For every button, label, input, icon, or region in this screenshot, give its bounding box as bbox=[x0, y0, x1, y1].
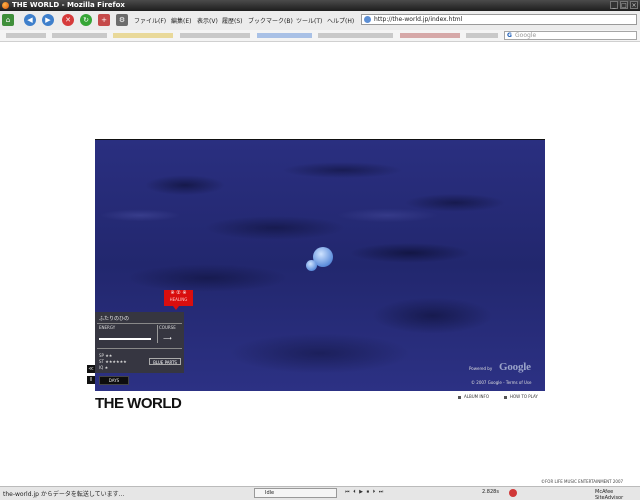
firefox-icon bbox=[2, 2, 9, 9]
menu-file[interactable]: ファイル(F) bbox=[134, 16, 166, 25]
earth-viewer[interactable]: ※ ② ※ HEALING ふたりのひの ENERGY COURSE ⟶ SP … bbox=[95, 139, 545, 391]
album-info-link[interactable]: ALBUM INFO bbox=[458, 394, 489, 399]
address-url: http://the-world.jp/index.html bbox=[374, 16, 463, 23]
bookmark-item[interactable] bbox=[180, 33, 250, 38]
how-to-play-label: HOW TO PLAY bbox=[510, 394, 538, 399]
forward-button[interactable]: ▶ bbox=[42, 14, 54, 26]
character-panel: ふたりのひの ENERGY COURSE ⟶ SP ★★ ST ★★★★★★ I… bbox=[95, 312, 184, 373]
status-text: the-world.jp からデータを転送しています... bbox=[3, 491, 125, 498]
bookmark-add-icon[interactable]: + bbox=[98, 14, 110, 26]
stop-button[interactable]: ✕ bbox=[62, 14, 74, 26]
energy-label: ENERGY bbox=[99, 325, 116, 330]
address-bar[interactable]: http://the-world.jp/index.html bbox=[361, 14, 637, 25]
window-titlebar: THE WORLD - Mozilla Firefox _ □ × bbox=[0, 0, 640, 11]
close-button[interactable]: × bbox=[630, 1, 638, 9]
terms-link[interactable]: © 2007 Google - Terms of Use bbox=[471, 380, 531, 385]
bookmark-item[interactable] bbox=[113, 33, 173, 38]
site-globe-icon bbox=[364, 16, 371, 23]
course-arrow-icon: ⟶ bbox=[163, 335, 172, 342]
reload-button[interactable]: ↻ bbox=[80, 14, 92, 26]
powered-by-label: Powered by bbox=[469, 366, 493, 371]
status-tag-icons: ※ ② ※ bbox=[170, 290, 187, 296]
divider bbox=[97, 348, 182, 349]
bookmark-item[interactable] bbox=[257, 33, 312, 38]
menu-history[interactable]: 履歴(S) bbox=[222, 16, 243, 25]
taskbar-tab[interactable]: Idle bbox=[254, 488, 337, 498]
status-bar: the-world.jp からデータを転送しています... Idle ⏮ ⏴ ▶… bbox=[0, 486, 640, 501]
menu-view[interactable]: 表示(V) bbox=[197, 16, 218, 25]
siteadvisor-label[interactable]: McAfee SiteAdvisor bbox=[595, 489, 640, 501]
bubble-character-small[interactable] bbox=[306, 260, 317, 271]
stat-iq: IQ ★ bbox=[99, 365, 109, 370]
navigation-toolbar: ⌂ ◀ ▶ ✕ ↻ + ⚙ ファイル(F) 編集(E) 表示(V) 履歴(S) … bbox=[0, 11, 640, 31]
back-button[interactable]: ◀ bbox=[24, 14, 36, 26]
footer-copyright: ©FOR LIFE MUSIC ENTERTAINMENT 2007 bbox=[541, 479, 624, 484]
album-info-label: ALBUM INFO bbox=[464, 394, 489, 399]
panel-title: ふたりのひの bbox=[99, 316, 130, 322]
stat-sp: SP ★★ bbox=[99, 353, 113, 358]
menu-tools[interactable]: ツール(T) bbox=[296, 16, 322, 25]
window-title: THE WORLD - Mozilla Firefox bbox=[12, 1, 125, 9]
maximize-button[interactable]: □ bbox=[620, 1, 628, 9]
energy-bar bbox=[99, 338, 151, 340]
bookmark-item[interactable] bbox=[466, 33, 498, 38]
search-placeholder: Google bbox=[515, 32, 537, 39]
status-tag-label: HEALING bbox=[169, 297, 188, 302]
menu-help[interactable]: ヘルプ(H) bbox=[327, 16, 354, 25]
course-label: COURSE bbox=[159, 325, 176, 330]
load-time: 2.828s bbox=[482, 489, 499, 495]
google-logo: Google bbox=[499, 361, 531, 373]
days-button[interactable]: DAYS bbox=[99, 376, 129, 385]
bullet-icon bbox=[458, 395, 461, 399]
media-controls[interactable]: ⏮ ⏴ ▶ ⏹ ⏵ ⏭ bbox=[345, 489, 384, 495]
menu-bookmarks[interactable]: ブックマーク(B) bbox=[248, 16, 293, 25]
addon-icon[interactable] bbox=[509, 489, 517, 497]
bookmark-item[interactable] bbox=[400, 33, 460, 38]
stat-st: ST ★★★★★★ bbox=[99, 359, 127, 364]
bookmark-item[interactable] bbox=[318, 33, 393, 38]
status-tag-pointer bbox=[173, 306, 179, 310]
menu-edit[interactable]: 編集(E) bbox=[171, 16, 191, 25]
bookmark-item[interactable] bbox=[6, 33, 46, 38]
minimize-button[interactable]: _ bbox=[610, 1, 618, 9]
google-search-icon: G bbox=[507, 32, 512, 39]
home-icon[interactable]: ⌂ bbox=[2, 14, 14, 26]
bookmark-item[interactable] bbox=[52, 33, 107, 38]
blue-parts-button[interactable]: BLUE PARTS bbox=[149, 358, 181, 365]
tools-icon[interactable]: ⚙ bbox=[116, 14, 128, 26]
bookmarks-toolbar: G Google bbox=[0, 30, 640, 42]
divider bbox=[97, 323, 182, 324]
search-box[interactable]: G Google bbox=[504, 31, 637, 40]
bullet-icon bbox=[504, 395, 507, 399]
page-title: THE WORLD bbox=[95, 395, 182, 412]
pause-button[interactable]: Ⅱ bbox=[87, 376, 95, 384]
divider bbox=[157, 325, 158, 343]
rewind-button[interactable]: ≪ bbox=[87, 365, 95, 373]
how-to-play-link[interactable]: HOW TO PLAY bbox=[504, 394, 538, 399]
status-tag: ※ ② ※ HEALING bbox=[164, 290, 193, 310]
